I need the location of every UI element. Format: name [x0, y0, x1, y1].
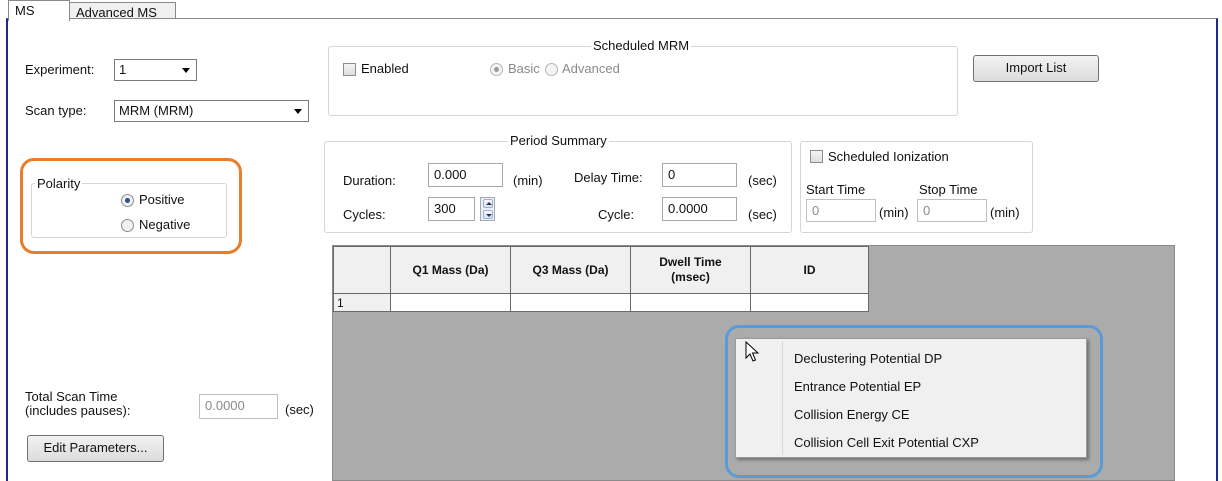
scheduled-mrm-advanced-label: Advanced — [562, 61, 620, 76]
table-header-row: Q1 Mass (Da) Q3 Mass (Da) Dwell Time (ms… — [333, 246, 869, 294]
stop-time-input[interactable]: 0 — [917, 199, 987, 222]
table-cell[interactable] — [750, 293, 869, 312]
stop-time-label: Stop Time — [919, 182, 978, 197]
scheduled-mrm-enabled-label: Enabled — [361, 61, 409, 76]
start-time-unit: (min) — [879, 205, 909, 220]
duration-unit: (min) — [513, 173, 543, 188]
chevron-down-icon — [294, 109, 302, 114]
scan-type-dropdown[interactable]: MRM (MRM) — [114, 100, 309, 122]
scheduled-mrm-title: Scheduled MRM — [591, 38, 692, 53]
experiment-label: Experiment: — [25, 62, 95, 77]
context-menu-highlight — [725, 325, 1103, 478]
cycle-input[interactable]: 0.0000 — [662, 197, 737, 221]
cycle-label: Cycle: — [598, 207, 635, 222]
duration-label: Duration: — [343, 173, 396, 188]
cycle-unit: (sec) — [748, 207, 777, 222]
table-row[interactable]: 1 — [333, 293, 869, 312]
total-scan-time-line2: (includes pauses): — [25, 403, 131, 418]
cycles-spinner[interactable] — [480, 197, 495, 221]
polarity-title: Polarity — [35, 176, 83, 191]
stop-time-unit: (min) — [990, 205, 1020, 220]
table-cell[interactable] — [390, 293, 511, 312]
total-scan-time-input[interactable]: 0.0000 — [199, 394, 278, 419]
duration-input[interactable]: 0.000 — [428, 163, 503, 187]
polarity-negative-label: Negative — [139, 217, 191, 232]
row-number-header — [333, 246, 391, 294]
row-number[interactable]: 1 — [333, 293, 391, 312]
tab-ms[interactable]: MS — [8, 0, 70, 21]
start-time-label: Start Time — [806, 182, 866, 197]
delay-time-unit: (sec) — [748, 173, 777, 188]
scheduled-ionization-label: Scheduled Ionization — [828, 149, 949, 164]
polarity-positive-radio[interactable] — [121, 194, 134, 207]
scheduled-ionization-checkbox[interactable] — [810, 150, 823, 163]
tab-label: MS — [15, 3, 35, 18]
experiment-dropdown[interactable]: 1 — [114, 59, 197, 81]
total-scan-time-unit: (sec) — [285, 402, 314, 417]
import-list-button[interactable]: Import List — [973, 55, 1099, 82]
column-header-q1-mass[interactable]: Q1 Mass (Da) — [390, 246, 511, 294]
period-summary-title: Period Summary — [508, 133, 609, 148]
polarity-negative-radio[interactable] — [121, 219, 134, 232]
spin-up-icon[interactable] — [483, 199, 493, 208]
cycles-input[interactable]: 300 — [428, 197, 475, 221]
spin-down-icon[interactable] — [483, 210, 493, 219]
total-scan-time-line1: Total Scan Time — [25, 389, 118, 404]
delay-time-label: Delay Time: — [574, 170, 643, 185]
start-time-input[interactable]: 0 — [806, 199, 876, 222]
table-cell[interactable] — [510, 293, 631, 312]
scheduled-mrm-enabled-checkbox[interactable] — [343, 63, 356, 76]
experiment-value: 1 — [119, 62, 127, 77]
mrm-table: Q1 Mass (Da) Q3 Mass (Da) Dwell Time (ms… — [333, 246, 869, 312]
scan-type-value: MRM (MRM) — [119, 103, 194, 118]
chevron-down-icon — [182, 68, 190, 73]
polarity-positive-label: Positive — [139, 192, 185, 207]
scan-type-label: Scan type: — [25, 103, 87, 118]
table-cell[interactable] — [630, 293, 751, 312]
cycles-label: Cycles: — [343, 207, 386, 222]
column-header-q3-mass[interactable]: Q3 Mass (Da) — [510, 246, 631, 294]
edit-parameters-button[interactable]: Edit Parameters... — [27, 435, 164, 462]
scheduled-mrm-basic-radio[interactable] — [490, 63, 503, 76]
scheduled-mrm-advanced-radio[interactable] — [545, 63, 558, 76]
delay-time-input[interactable]: 0 — [662, 163, 737, 187]
column-header-id[interactable]: ID — [750, 246, 869, 294]
scheduled-mrm-group — [328, 46, 958, 116]
total-scan-time-label: Total Scan Time (includes pauses): — [25, 390, 131, 418]
scheduled-mrm-basic-label: Basic — [508, 61, 540, 76]
column-header-dwell-time[interactable]: Dwell Time (msec) — [630, 246, 751, 294]
